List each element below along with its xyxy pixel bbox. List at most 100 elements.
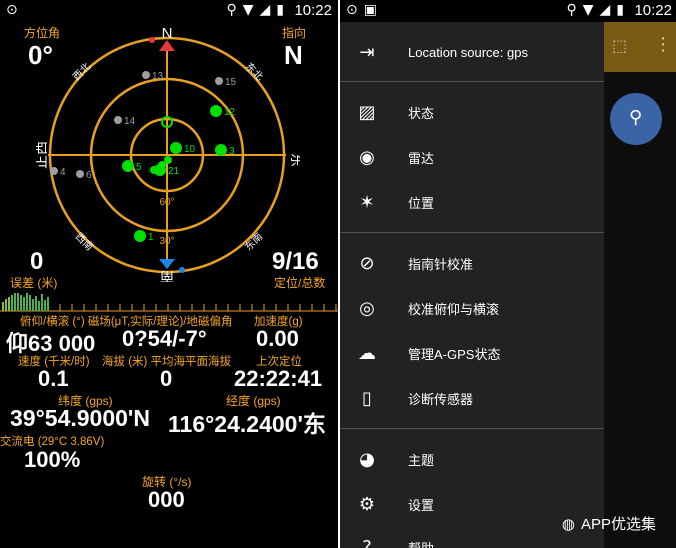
- screen-icon[interactable]: ⬚: [612, 36, 627, 55]
- signal-bar: [26, 293, 28, 311]
- watermark: ◍ APP优选集: [562, 513, 656, 534]
- satellite-dot: [142, 71, 150, 79]
- menu-label: 指南针校准: [408, 256, 474, 272]
- target-icon: ◎: [359, 297, 375, 319]
- satellite-dot: [215, 144, 227, 156]
- south-marker: [159, 259, 175, 269]
- longitude-value: 116°24.2400'东: [168, 411, 326, 437]
- speed-value: 0.1: [38, 366, 69, 391]
- menu-theme[interactable]: ◕ 主题: [340, 439, 604, 479]
- menu-label: 帮助: [408, 540, 435, 548]
- location-source-label: Location source: gps: [408, 44, 528, 60]
- location-source-item[interactable]: ⇥ Location source: gps: [340, 32, 604, 72]
- compass-icon: ⊘: [359, 252, 375, 274]
- satellite-id: 5: [136, 162, 142, 173]
- location-icon: ⚲: [566, 2, 577, 18]
- wifi-icon: ▼: [582, 2, 594, 18]
- menu-label: 雷达: [408, 150, 435, 166]
- signal-bar: [14, 293, 16, 311]
- menu-label: 管理A-GPS状态: [408, 346, 501, 362]
- satellite-dot: [114, 116, 122, 124]
- signal-bar: [44, 300, 46, 311]
- fix-value: 9/16: [272, 248, 319, 275]
- menu-label: 状态: [408, 105, 435, 121]
- satellite-id: 13: [152, 71, 164, 82]
- add-location-fab[interactable]: ⚲: [610, 93, 662, 145]
- image-icon: ▨: [358, 101, 376, 123]
- satellite-id: 4: [60, 167, 66, 178]
- watermark-text: APP优选集: [580, 516, 656, 533]
- signal-bar: [11, 295, 13, 311]
- last-fix-value: 22:22:41: [234, 366, 323, 391]
- satellite-dot: [76, 170, 84, 178]
- satellite-id: 14: [124, 116, 136, 127]
- compass-nw: 西北: [71, 61, 94, 84]
- satellite-id: 1: [148, 232, 154, 243]
- satellite-id: 12: [224, 107, 236, 118]
- gear-icon: ⚙: [358, 493, 376, 515]
- satellite-dot: [134, 230, 146, 242]
- menu-label: 主题: [408, 452, 435, 468]
- accel-value: 0.00: [256, 326, 299, 351]
- wechat-icon: ◍: [561, 515, 575, 533]
- divider: [340, 232, 604, 233]
- satellite-id: 10: [184, 144, 196, 155]
- compass-e: 东: [289, 153, 300, 167]
- compass-w: 正西: [36, 141, 49, 169]
- elev-30-label: 30°: [159, 236, 174, 247]
- satellite-id: 21: [168, 166, 180, 177]
- satellite-dot: [170, 142, 182, 154]
- compass-sw: 西南: [73, 230, 96, 253]
- signal-icon: ◢: [259, 2, 271, 18]
- satellite-dot: [215, 77, 223, 85]
- location-pin-icon: ⚲: [629, 107, 643, 128]
- altitude-value: 0: [160, 366, 173, 391]
- menu-location[interactable]: ✶ 位置: [340, 182, 604, 222]
- more-menu-icon[interactable]: ⋮: [654, 34, 672, 55]
- satellite-dot: [210, 105, 222, 117]
- signal-strength-bars: [0, 293, 338, 312]
- compass-n: N: [162, 25, 173, 42]
- satellite-radar: N 东 南 正西 西北 东北 西南 东南 60° 30° 13151214103…: [36, 25, 300, 282]
- image-icon: ▣: [363, 2, 377, 18]
- menu-pitch-roll-calibration[interactable]: ◎ 校准俯仰与横滚: [340, 288, 604, 328]
- signal-bar: [17, 293, 19, 311]
- menu-compass-calibration[interactable]: ⊘ 指南针校准: [340, 243, 604, 283]
- error-value: 0: [30, 248, 44, 275]
- menu-diagnose-sensors[interactable]: ▯ 诊断传感器: [340, 378, 604, 418]
- radar-icon: ◉: [359, 146, 375, 168]
- elev-60-label: 60°: [159, 197, 174, 208]
- navigation-drawer-screen: ⊙ ▣ ⚲ ▼ ◢ ▮ 10:22 ⬚ ⋮ ⚲ ⇥ Location source…: [340, 0, 676, 548]
- status-bar: ⊙ ▣ ⚲ ▼ ◢ ▮ 10:22: [340, 0, 676, 22]
- login-icon: ⇥: [359, 41, 375, 63]
- signal-icon: ◢: [599, 2, 611, 18]
- location-icon: ⚲: [226, 2, 237, 18]
- notification-icon: ⊙: [6, 2, 18, 18]
- satellite-id: 6: [86, 170, 92, 181]
- signal-bar: [2, 302, 4, 311]
- menu-label: 诊断传感器: [408, 391, 474, 407]
- help-icon: ?: [362, 536, 372, 548]
- notification-icon: ⊙: [346, 2, 358, 18]
- status-bar: ⊙ ⚲ ▼ ◢ ▮ 10:22: [0, 0, 338, 22]
- wifi-icon: ▼: [242, 2, 254, 18]
- rotation-value: 000: [148, 487, 185, 512]
- compass-ne: 东北: [243, 60, 266, 83]
- menu-status[interactable]: ▨ 状态: [340, 92, 604, 132]
- gps-status-screen: ⊙ ⚲ ▼ ◢ ▮ 10:22 方位角 0° 指向 N N 东 南 正西 西北 …: [0, 0, 338, 548]
- satellite-dot: [150, 166, 158, 174]
- latitude-value: 39°54.9000'N: [10, 405, 150, 431]
- signal-bar: [29, 295, 31, 311]
- satellite-dot: [50, 167, 58, 175]
- battery-icon: ▮: [276, 2, 284, 18]
- signal-bar: [8, 297, 10, 311]
- menu-radar[interactable]: ◉ 雷达: [340, 137, 604, 177]
- signal-bar: [38, 301, 40, 311]
- clock: 10:22: [294, 2, 332, 19]
- cloud-download-icon: ☁: [358, 342, 376, 364]
- satellite-id: 3: [229, 146, 235, 157]
- menu-agps[interactable]: ☁ 管理A-GPS状态: [340, 333, 604, 373]
- signal-bar: [47, 297, 49, 311]
- mag-value: 0?54/-7°: [122, 326, 207, 351]
- signal-bar: [32, 299, 34, 311]
